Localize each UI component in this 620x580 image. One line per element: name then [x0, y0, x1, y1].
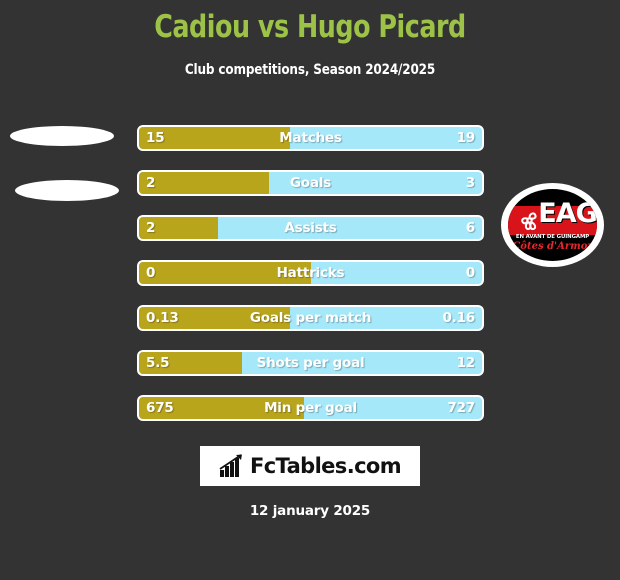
stat-comparison-chart: 15 Matches 19 2 Goals 3 2 Assists 6 0 Hattricks 0 0.… [137, 125, 484, 440]
stat-row: 5.5 Shots per goal 12 [137, 350, 484, 376]
stat-row: 675 Min per goal 727 [137, 395, 484, 421]
stat-label: Min per goal [264, 400, 357, 416]
stat-label: Shots per goal [256, 355, 365, 371]
badge-club-name: EN AVANT DE GUINGAMP [515, 233, 590, 240]
page-title: Cadiou vs Hugo Picard [154, 9, 466, 45]
stat-row: 2 Goals 3 [137, 170, 484, 196]
stat-row: 15 Matches 19 [137, 125, 484, 151]
stat-value-away: 3 [465, 175, 475, 191]
page-subtitle: Club competitions, Season 2024/2025 [184, 62, 436, 78]
away-club-badge: EAG EN AVANT DE GUINGAMP Côtes d'Armor [501, 183, 604, 267]
home-player-photo-placeholder-2 [15, 180, 119, 201]
badge-field: EAG EN AVANT DE GUINGAMP Côtes d'Armor [508, 189, 597, 261]
fctables-logo-text: FcTables.com [249, 454, 402, 478]
stat-value-away: 0 [465, 265, 475, 281]
stat-bar-track: 0.13 Goals per match 0.16 [139, 307, 482, 329]
stat-value-away: 0.16 [442, 310, 475, 326]
stat-value-away: 6 [465, 220, 475, 236]
stat-label: Matches [279, 130, 342, 146]
stat-label: Assists [284, 220, 337, 236]
stat-bar-track: 15 Matches 19 [139, 127, 482, 149]
stat-bar-track: 675 Min per goal 727 [139, 397, 482, 419]
stat-value-away: 19 [456, 130, 476, 146]
badge-initials: EAG [538, 197, 597, 229]
stat-row: 2 Assists 6 [137, 215, 484, 241]
stat-label: Goals per match [249, 310, 372, 326]
stat-value-away: 12 [456, 355, 476, 371]
stat-value-away: 727 [447, 400, 475, 416]
badge-region: Côtes d'Armor [512, 240, 593, 252]
stat-label: Hattricks [276, 265, 345, 281]
home-player-photo-placeholder-1 [10, 126, 114, 146]
stat-row: 0.13 Goals per match 0.16 [137, 305, 484, 331]
stat-row: 0 Hattricks 0 [137, 260, 484, 286]
footer-date: 12 january 2025 [249, 503, 371, 519]
stat-bar-track: 0 Hattricks 0 [139, 262, 482, 284]
stat-label: Goals [289, 175, 332, 191]
stat-bar-track: 2 Goals 3 [139, 172, 482, 194]
stat-bar-track: 5.5 Shots per goal 12 [139, 352, 482, 374]
fctables-logo[interactable]: FcTables.com [200, 446, 420, 486]
bar-chart-arrow-icon [219, 454, 242, 477]
stat-bar-track: 2 Assists 6 [139, 217, 482, 239]
